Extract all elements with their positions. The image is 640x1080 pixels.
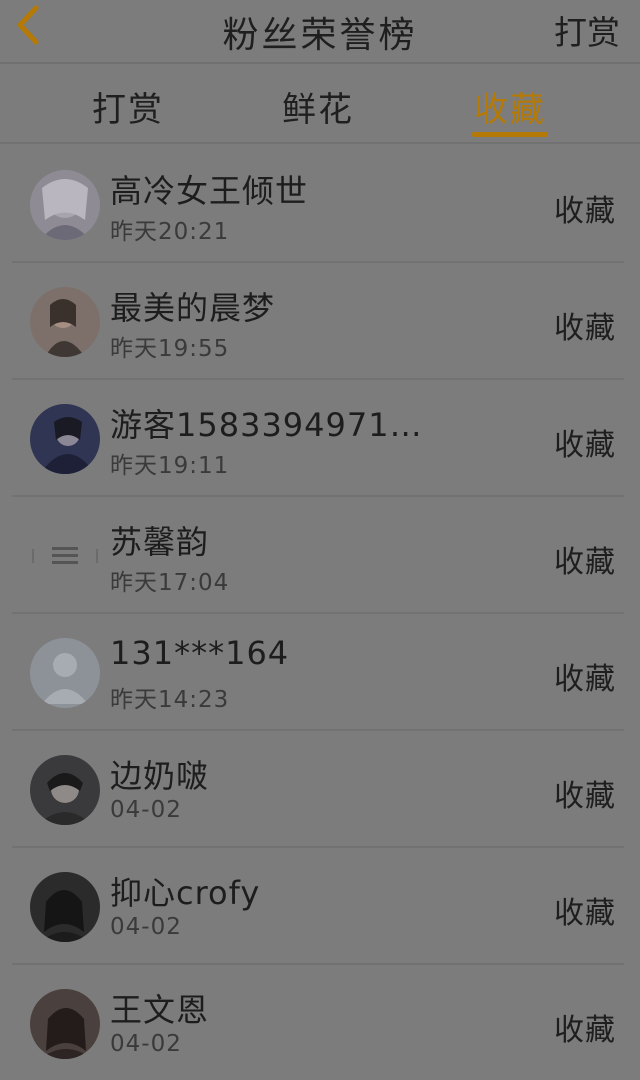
avatar (30, 755, 100, 825)
timestamp: 昨天19:11 (110, 453, 230, 479)
user-name: 游客1583394971… (110, 406, 423, 444)
avatar (30, 872, 100, 942)
list-item[interactable]: 抑心crofy 04-02 收藏 (12, 848, 624, 965)
user-name: 最美的晨梦 (110, 289, 276, 327)
timestamp: 昨天19:55 (110, 336, 230, 362)
avatar (30, 989, 100, 1059)
page-title: 粉丝荣誉榜 (222, 15, 418, 56)
user-name: 王文恩 (110, 991, 210, 1029)
user-name: 高冷女王倾世 (110, 172, 309, 210)
action-label: 收藏 (554, 545, 616, 580)
tab-bar: 打赏 鲜花 收藏 (0, 64, 640, 144)
top-bar: 粉丝荣誉榜 打赏 (0, 0, 640, 62)
user-name: 抑心crofy (110, 874, 261, 912)
user-name: 边奶啵 (110, 757, 210, 795)
action-label: 收藏 (554, 194, 616, 229)
timestamp: 04-02 (110, 797, 182, 823)
fan-list: 高冷女王倾世 昨天20:21 收藏 最美的晨梦 昨天19:55 收藏 游客158… (0, 146, 640, 1080)
tab-flowers[interactable]: 鲜花 (282, 82, 354, 131)
user-name: 苏馨韵 (110, 523, 210, 561)
tab-favorites[interactable]: 收藏 (474, 82, 546, 131)
reward-button[interactable]: 打赏 (554, 6, 620, 54)
tabs-divider (0, 142, 640, 144)
list-item[interactable]: 苏馨韵 昨天17:04 收藏 (12, 497, 624, 614)
user-name: 131***164 (110, 634, 290, 672)
avatar (30, 287, 100, 357)
action-label: 收藏 (554, 311, 616, 346)
timestamp: 04-02 (110, 1031, 182, 1057)
timestamp: 昨天17:04 (110, 570, 230, 596)
list-item[interactable]: 游客1583394971… 昨天19:11 收藏 (12, 380, 624, 497)
avatar (30, 638, 100, 708)
action-label: 收藏 (554, 662, 616, 697)
timestamp: 昨天20:21 (110, 219, 230, 245)
action-label: 收藏 (554, 779, 616, 814)
avatar (30, 521, 100, 591)
timestamp: 昨天14:23 (110, 687, 230, 713)
action-label: 收藏 (554, 896, 616, 931)
avatar (30, 404, 100, 474)
list-item[interactable]: 最美的晨梦 昨天19:55 收藏 (12, 263, 624, 380)
action-label: 收藏 (554, 1013, 616, 1048)
active-tab-indicator (472, 132, 548, 137)
tab-reward[interactable]: 打赏 (92, 82, 164, 131)
list-item[interactable]: 边奶啵 04-02 收藏 (12, 731, 624, 848)
avatar (30, 170, 100, 240)
action-label: 收藏 (554, 428, 616, 463)
timestamp: 04-02 (110, 914, 182, 940)
list-item[interactable]: 王文恩 04-02 收藏 (12, 965, 624, 1080)
list-item[interactable]: 高冷女王倾世 昨天20:21 收藏 (12, 146, 624, 263)
list-item[interactable]: 131***164 昨天14:23 收藏 (12, 614, 624, 731)
